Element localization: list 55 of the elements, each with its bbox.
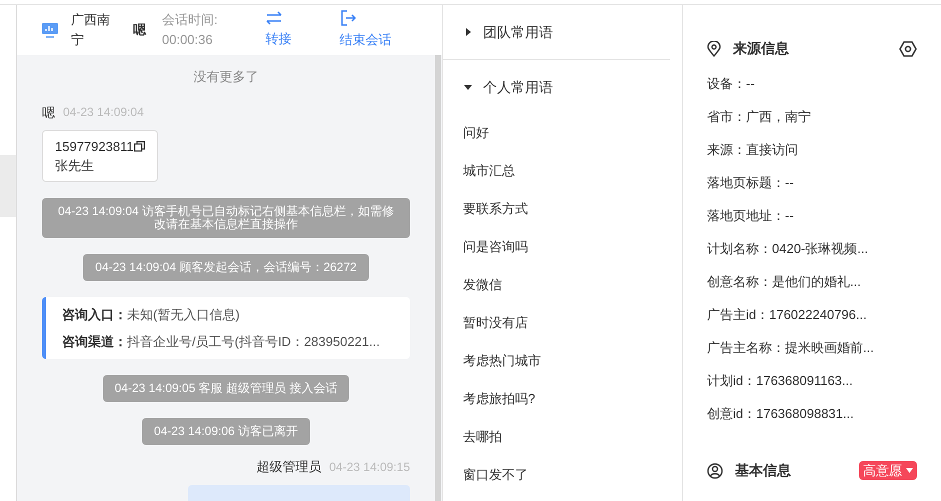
info-label: 咨询入口： — [62, 306, 127, 324]
source-field: 设备：-- — [707, 67, 917, 100]
user-icon — [707, 462, 723, 478]
source-field: 创意id：176368098831... — [707, 397, 917, 430]
message-time: 04-23 14:09:15 — [329, 458, 410, 476]
phrase-item[interactable]: 窗口发不了 — [443, 456, 682, 494]
phrase-item[interactable]: 考虑旅拍吗? — [443, 380, 682, 418]
info-value: 未知(暂无入口信息) — [127, 306, 240, 324]
phrase-item[interactable]: 去哪拍 — [443, 418, 682, 456]
settings-icon[interactable] — [899, 40, 917, 56]
transfer-button[interactable]: 转接 — [266, 11, 292, 49]
phrase-item[interactable]: 问好 — [443, 114, 682, 152]
visitor-location: 广西南宁 — [71, 11, 111, 49]
source-field: 广告主名称：提米映画婚前... — [707, 331, 917, 364]
end-session-button[interactable]: 结束会话 — [340, 10, 392, 50]
system-message: 04-23 14:09:04 顾客发起会话，会话编号：26272 — [83, 254, 369, 281]
info-value: 抖音企业号/员工号(抖音号ID：283950221... — [127, 332, 380, 351]
location-pin-icon — [707, 40, 721, 56]
visitor-name: 嗯 — [133, 21, 146, 40]
sender-name: 超级管理员 — [256, 458, 322, 476]
swap-arrows-icon — [266, 11, 282, 26]
info-label: 咨询渠道： — [62, 332, 127, 350]
source-field: 省市：广西，南宁 — [707, 100, 917, 133]
session-time-label: 会话时间: — [162, 11, 218, 29]
message-line: 张先生 — [55, 157, 94, 175]
session-time: 00:00:36 — [162, 31, 214, 49]
system-message: 04-23 14:09:05 客服 超级管理员 接入会话 — [102, 375, 350, 402]
phrase-item[interactable]: 要联系方式 — [443, 190, 682, 228]
source-field: 创意名称：是他们的婚礼... — [707, 265, 917, 298]
phrase-item[interactable]: 发微信 — [443, 266, 682, 304]
message-time: 04-23 14:09:04 — [63, 104, 144, 122]
section-title: 来源信息 — [733, 39, 789, 58]
source-field: 广告主id：176022240796... — [707, 298, 917, 331]
exit-icon — [340, 10, 356, 26]
no-more-text: 没有更多了 — [194, 68, 258, 86]
caret-down-icon — [906, 468, 913, 473]
system-message: 04-23 14:09:06 访客已离开 — [142, 418, 310, 445]
phrase-group-header[interactable]: 团队常用语 — [443, 5, 573, 59]
source-field: 计划名称：0420-张琳视频... — [707, 232, 917, 265]
source-field: 落地页地址：-- — [707, 199, 917, 232]
phrase-item[interactable]: 暂时没有店 — [443, 304, 682, 342]
source-field: 来源：直接访问 — [707, 133, 917, 166]
sender-name: 嗯 — [42, 104, 55, 122]
source-field: 计划id：176368091163... — [707, 364, 917, 397]
phrase-group-header[interactable]: 个人常用语 — [443, 60, 682, 114]
message-line: 15977923811 — [55, 138, 134, 156]
copy-icon[interactable] — [134, 141, 145, 152]
intent-tag[interactable]: 高意愿 — [859, 461, 917, 480]
system-message: 04-23 14:09:04 访客手机号已自动标记右侧基本信息栏，如需修改请在基本信息栏直接操作 — [42, 198, 410, 238]
phrase-item[interactable]: 问是咨询吗 — [443, 228, 682, 266]
phrase-item[interactable]: 考虑热门城市 — [443, 342, 682, 380]
monitor-icon — [41, 22, 59, 38]
source-field: 落地页标题：-- — [707, 166, 917, 199]
section-title: 基本信息 — [735, 461, 791, 480]
phrase-item[interactable]: 城市汇总 — [443, 152, 682, 190]
